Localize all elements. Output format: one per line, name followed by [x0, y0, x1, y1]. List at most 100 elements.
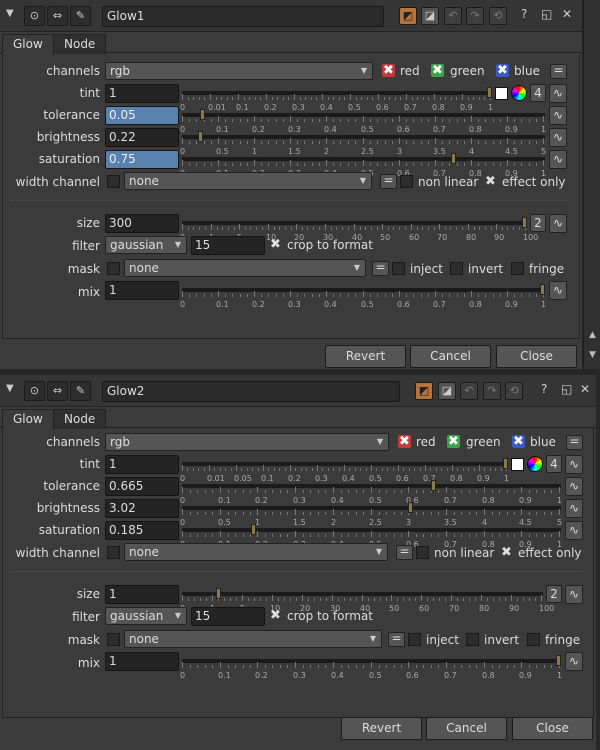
color-wheel-icon[interactable] — [511, 85, 527, 101]
node-color-icon[interactable]: ◩ — [399, 7, 417, 25]
tolerance-curve-icon[interactable]: ∿ — [549, 106, 567, 125]
close-panel-icon[interactable]: ✕ — [580, 382, 590, 396]
blue-channel-checkbox[interactable]: ✖ — [496, 64, 509, 77]
saturation-input[interactable]: 0.185 — [105, 521, 179, 540]
green-channel-checkbox[interactable]: ✖ — [447, 435, 460, 448]
viewer-target-icon[interactable]: ⊙ — [24, 381, 45, 401]
float-panel-icon[interactable]: ◱ — [541, 7, 552, 21]
collapse-triangle-icon[interactable]: ▼ — [6, 8, 14, 19]
invert-checkbox[interactable] — [466, 633, 479, 646]
help-icon[interactable]: ? — [541, 382, 547, 396]
help-icon[interactable]: ? — [521, 7, 527, 21]
saturation-curve-icon[interactable]: ∿ — [565, 521, 583, 540]
mask-link-button[interactable]: = — [388, 632, 405, 647]
brightness-input[interactable]: 3.02 — [105, 499, 179, 518]
revert-to-default-icon[interactable]: ⟲ — [505, 382, 523, 400]
tint-color-swatch[interactable] — [511, 458, 524, 471]
size-channel-count-button[interactable]: 2 — [530, 214, 546, 232]
tint-channel-count-button[interactable]: 4 — [546, 455, 562, 473]
saturation-input[interactable]: 0.75 — [105, 150, 179, 169]
width-channel-dropdown[interactable]: none ▼ — [124, 543, 388, 561]
blue-channel-checkbox[interactable]: ✖ — [512, 435, 525, 448]
mix-input[interactable]: 1 — [105, 281, 179, 300]
font-color-icon[interactable]: ◪ — [421, 7, 439, 25]
tolerance-input[interactable]: 0.05 — [105, 106, 179, 125]
crop-to-format-checkbox[interactable]: ✖ — [269, 238, 282, 251]
slider-handle[interactable] — [198, 131, 203, 142]
viewer-target-icon[interactable]: ⊙ — [24, 6, 45, 26]
tolerance-slider[interactable]: 0 0.1 0.2 0.3 0.4 0.5 0.6 0.7 0.8 0.9 1 — [180, 480, 562, 505]
scroll-up-icon[interactable]: ▲ — [587, 330, 598, 340]
red-channel-checkbox[interactable]: ✖ — [382, 64, 395, 77]
undo-icon[interactable]: ↶ — [444, 7, 462, 25]
filter-amount-input[interactable]: 15 — [191, 607, 265, 626]
close-button[interactable]: Close — [512, 717, 593, 740]
size-curve-icon[interactable]: ∿ — [549, 214, 567, 233]
filter-dropdown[interactable]: gaussian ▼ — [105, 236, 187, 254]
tint-curve-icon[interactable]: ∿ — [549, 84, 567, 103]
slider-handle[interactable] — [487, 87, 492, 98]
mask-dropdown[interactable]: none ▼ — [124, 630, 382, 648]
channels-link-button[interactable]: = — [550, 64, 567, 79]
fringe-checkbox[interactable] — [511, 262, 524, 275]
size-channel-count-button[interactable]: 2 — [546, 585, 562, 603]
float-panel-icon[interactable]: ◱ — [561, 382, 572, 396]
tab-node[interactable]: Node — [53, 34, 107, 54]
brightness-slider[interactable]: 0 0.5 1 1.5 2 2.5 3 3.5 4 4.5 5 — [180, 131, 546, 156]
channels-dropdown[interactable]: rgb ▼ — [105, 433, 389, 451]
width-channel-checkbox[interactable] — [107, 546, 120, 559]
tint-curve-icon[interactable]: ∿ — [565, 455, 583, 474]
tint-input[interactable]: 1 — [105, 84, 179, 103]
cancel-button[interactable]: Cancel — [410, 345, 491, 368]
properties-scrollbar[interactable]: ▲ ▼ — [583, 0, 600, 369]
close-button[interactable]: Close — [496, 345, 577, 368]
brightness-curve-icon[interactable]: ∿ — [549, 128, 567, 147]
mask-dropdown[interactable]: none ▼ — [124, 259, 366, 277]
mix-curve-icon[interactable]: ∿ — [565, 652, 583, 671]
inject-checkbox[interactable] — [392, 262, 405, 275]
tint-input[interactable]: 1 — [105, 455, 179, 474]
green-channel-checkbox[interactable]: ✖ — [431, 64, 444, 77]
revert-to-default-icon[interactable]: ⟲ — [489, 7, 507, 25]
scroll-down-icon[interactable]: ▼ — [587, 350, 598, 360]
slider-handle[interactable] — [251, 524, 256, 535]
slider-handle[interactable] — [408, 502, 413, 513]
tint-color-swatch[interactable] — [495, 87, 508, 100]
tolerance-input[interactable]: 0.665 — [105, 477, 179, 496]
tint-slider[interactable]: 0 0.01 0.1 0.2 0.3 0.4 0.5 0.6 0.7 0.8 0.9 1 — [180, 87, 493, 112]
inject-checkbox[interactable] — [408, 633, 421, 646]
mix-slider[interactable]: 0 0.1 0.2 0.3 0.4 0.5 0.6 0.7 0.8 0.9 1 — [180, 284, 546, 309]
tolerance-curve-icon[interactable]: ∿ — [565, 477, 583, 496]
effect-only-checkbox[interactable]: ✖ — [500, 546, 513, 559]
tolerance-slider[interactable]: 0 0.1 0.2 0.3 0.4 0.5 0.6 0.7 0.8 0.9 1 — [180, 109, 546, 134]
node-name-field[interactable]: Glow2 — [102, 381, 400, 402]
tab-node[interactable]: Node — [53, 409, 107, 429]
slider-handle[interactable] — [216, 588, 221, 599]
slider-handle[interactable] — [200, 109, 205, 120]
wrench-icon[interactable]: ✎ — [70, 381, 91, 401]
effect-only-checkbox[interactable]: ✖ — [484, 175, 497, 188]
undo-icon[interactable]: ↶ — [460, 382, 478, 400]
fringe-checkbox[interactable] — [527, 633, 540, 646]
redo-icon[interactable]: ↷ — [483, 382, 501, 400]
width-channel-dropdown[interactable]: none ▼ — [124, 172, 372, 190]
non-linear-checkbox[interactable] — [400, 175, 413, 188]
mask-checkbox[interactable] — [107, 633, 120, 646]
wrench-icon[interactable]: ✎ — [70, 6, 91, 26]
size-input[interactable]: 1 — [105, 585, 179, 604]
collapse-triangle-icon[interactable]: ▼ — [6, 383, 14, 394]
slider-handle[interactable] — [431, 480, 436, 491]
channels-link-button[interactable]: = — [566, 435, 583, 450]
cancel-button[interactable]: Cancel — [426, 717, 507, 740]
mix-curve-icon[interactable]: ∿ — [549, 281, 567, 300]
font-color-icon[interactable]: ◪ — [438, 382, 456, 400]
tint-slider[interactable]: 0 0.01 0.05 0.1 0.2 0.3 0.4 0.5 0.6 0.7 0.8 0.9 1 — [180, 458, 509, 483]
crop-to-format-checkbox[interactable]: ✖ — [269, 609, 282, 622]
brightness-input[interactable]: 0.22 — [105, 128, 179, 147]
close-panel-icon[interactable]: ✕ — [562, 7, 572, 21]
size-input[interactable]: 300 — [105, 214, 179, 233]
revert-button[interactable]: Revert — [341, 717, 422, 740]
node-color-icon[interactable]: ◩ — [415, 382, 433, 400]
non-linear-checkbox[interactable] — [416, 546, 429, 559]
filter-amount-input[interactable]: 15 — [191, 236, 265, 255]
